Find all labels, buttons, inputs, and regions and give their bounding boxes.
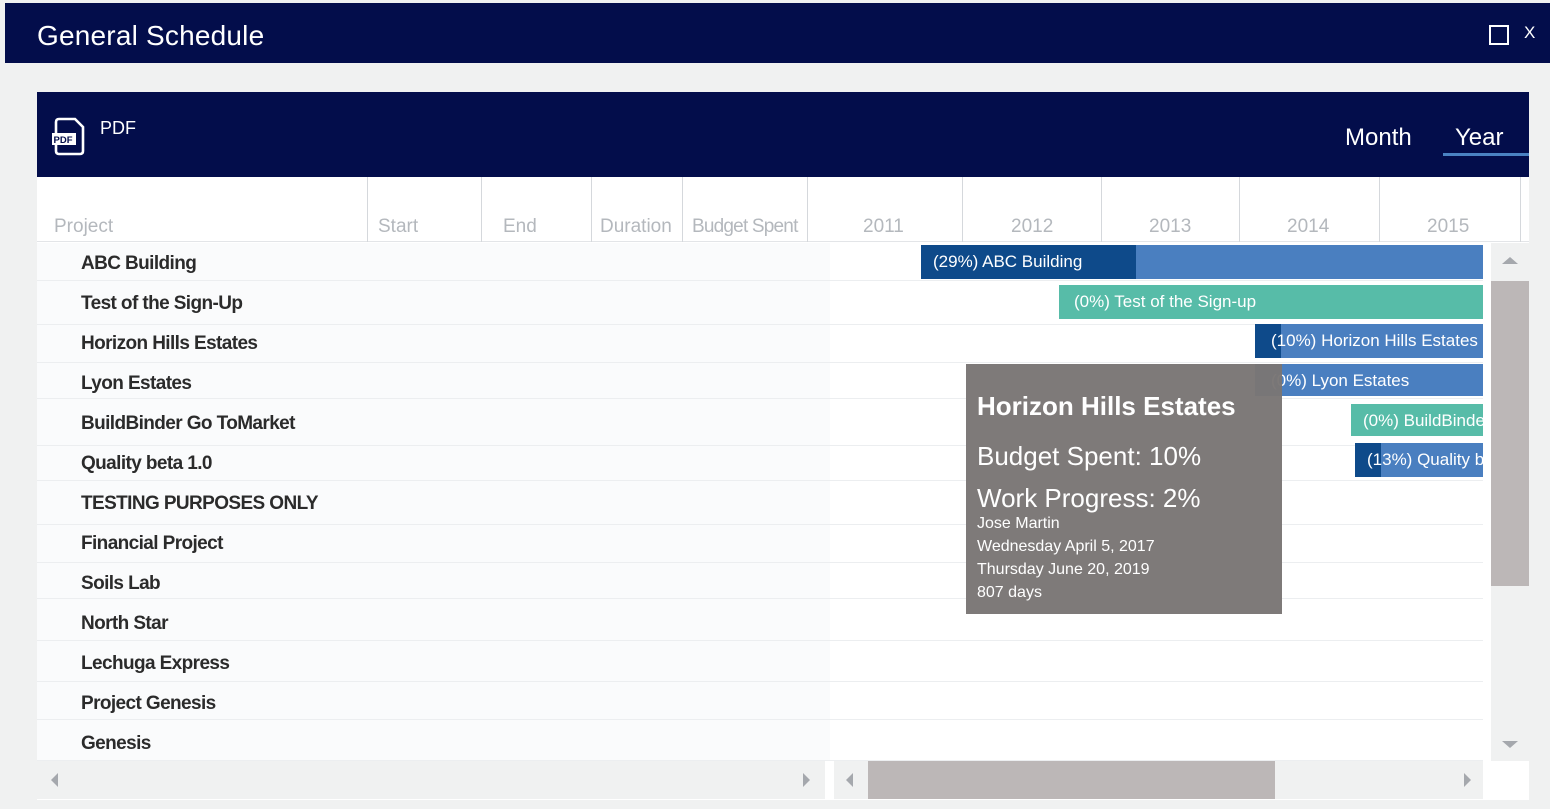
table-row[interactable]: Horizon Hills Estates (37, 323, 830, 363)
tooltip-title: Horizon Hills Estates (977, 391, 1236, 421)
project-name: Genesis (81, 733, 151, 754)
maximize-icon[interactable] (1489, 25, 1509, 45)
gantt-bar[interactable]: (13%) Quality b (1355, 443, 1483, 477)
gantt-bar-label: (13%) Quality b (1367, 450, 1483, 469)
close-button[interactable]: X (1524, 23, 1535, 43)
column-header-project[interactable]: Project (37, 177, 367, 242)
gantt-bar[interactable]: (29%) ABC Building (921, 245, 1483, 279)
tooltip-end-date: Thursday June 20, 2019 (977, 561, 1150, 578)
project-name: BuildBinder Go ToMarket (81, 413, 295, 434)
year-header: 2011 (863, 216, 904, 237)
gantt-bar-label: (10%) Horizon Hills Estates (1271, 331, 1478, 350)
window-titlebar: General Schedule X (5, 3, 1550, 63)
scroll-right-arrow-icon[interactable] (1464, 773, 1471, 787)
project-name: Project Genesis (81, 693, 216, 714)
table-row[interactable]: Lyon Estates (37, 363, 830, 399)
table-row[interactable]: Soils Lab (37, 563, 830, 599)
schedule-panel: PDF PDF Month Year Project Start End Dur… (37, 92, 1529, 800)
column-header-end[interactable]: End (482, 177, 591, 242)
column-header-duration[interactable]: Duration (592, 177, 682, 242)
schedule-toolbar: PDF PDF Month Year (37, 92, 1529, 177)
column-header-budget[interactable]: Budget Spent (683, 177, 807, 242)
year-header: 2012 (1011, 216, 1054, 237)
table-row[interactable]: North Star (37, 603, 830, 641)
project-name: Quality beta 1.0 (81, 453, 212, 474)
gantt-row (830, 683, 1483, 720)
project-name: Horizon Hills Estates (81, 333, 258, 354)
grid-header: Project Start End Duration Budget Spent … (37, 177, 1529, 242)
project-name: Financial Project (81, 533, 223, 554)
year-header: 2014 (1287, 216, 1330, 237)
gantt-bar-label: (29%) ABC Building (933, 252, 1083, 271)
table-row[interactable]: TESTING PURPOSES ONLY (37, 483, 830, 525)
project-name: Test of the Sign-Up (81, 293, 243, 314)
project-name: Lyon Estates (81, 373, 192, 394)
project-list-horizontal-scrollbar[interactable] (37, 761, 825, 799)
gantt-horizontal-scrollbar[interactable] (834, 761, 1483, 799)
scroll-right-arrow-icon[interactable] (803, 773, 810, 787)
table-row[interactable]: Genesis (37, 723, 830, 761)
table-row[interactable]: Lechuga Express (37, 643, 830, 682)
view-month-tab[interactable]: Month (1345, 124, 1412, 152)
gantt-bar-label: (0%) BuildBinde (1363, 411, 1483, 430)
gantt-bar-label: (0%) Lyon Estates (1271, 371, 1410, 390)
vertical-scroll-thumb[interactable] (1491, 281, 1529, 586)
active-view-indicator (1443, 153, 1529, 156)
gantt-bar[interactable]: (0%) Test of the Sign-up (1059, 285, 1483, 319)
table-row[interactable]: Project Genesis (37, 683, 830, 720)
year-header: 2013 (1149, 216, 1192, 237)
scroll-up-arrow-icon[interactable] (1502, 257, 1518, 264)
vertical-scrollbar[interactable] (1491, 243, 1529, 761)
project-name: ABC Building (81, 253, 197, 274)
gantt-bar[interactable]: (0%) Lyon Estates (1255, 364, 1483, 396)
table-row[interactable]: Quality beta 1.0 (37, 443, 830, 481)
project-name: Soils Lab (81, 573, 161, 594)
gantt-row (830, 643, 1483, 682)
project-tooltip: Horizon Hills Estates Budget Spent: 10% … (966, 364, 1282, 614)
tooltip-duration: 807 days (977, 584, 1042, 601)
year-header: 2015 (1427, 216, 1470, 237)
project-name: Lechuga Express (81, 653, 230, 674)
gantt-bar-label: (0%) Test of the Sign-up (1074, 292, 1257, 311)
table-row[interactable]: Test of the Sign-Up (37, 283, 830, 325)
scroll-left-arrow-icon[interactable] (51, 773, 58, 787)
tooltip-budget: Budget Spent: 10% (977, 441, 1202, 471)
pdf-icon[interactable]: PDF (51, 116, 87, 156)
scroll-down-arrow-icon[interactable] (1502, 741, 1518, 748)
year-divider (1520, 177, 1521, 242)
gantt-bar[interactable]: (10%) Horizon Hills Estates (1255, 324, 1483, 358)
view-year-tab[interactable]: Year (1455, 124, 1504, 152)
gantt-row (830, 723, 1483, 761)
horizontal-scroll-thumb[interactable] (868, 761, 1275, 799)
tooltip-start-date: Wednesday April 5, 2017 (977, 538, 1155, 555)
svg-text:PDF: PDF (54, 135, 73, 146)
project-name: TESTING PURPOSES ONLY (81, 493, 319, 514)
gantt-bar[interactable]: (0%) BuildBinde (1351, 404, 1483, 436)
table-row[interactable]: ABC Building (37, 243, 830, 281)
tooltip-manager: Jose Martin (977, 515, 1060, 532)
project-name: North Star (81, 613, 169, 634)
window-title: General Schedule (37, 20, 265, 51)
table-row[interactable]: BuildBinder Go ToMarket (37, 403, 830, 446)
pdf-export-button[interactable]: PDF (100, 118, 136, 139)
scroll-left-arrow-icon[interactable] (846, 773, 853, 787)
column-header-start[interactable]: Start (368, 177, 481, 242)
tooltip-work-progress: Work Progress: 2% (977, 483, 1201, 513)
table-row[interactable]: Financial Project (37, 523, 830, 563)
project-list: ABC Building Test of the Sign-Up Horizon H… (37, 243, 830, 761)
